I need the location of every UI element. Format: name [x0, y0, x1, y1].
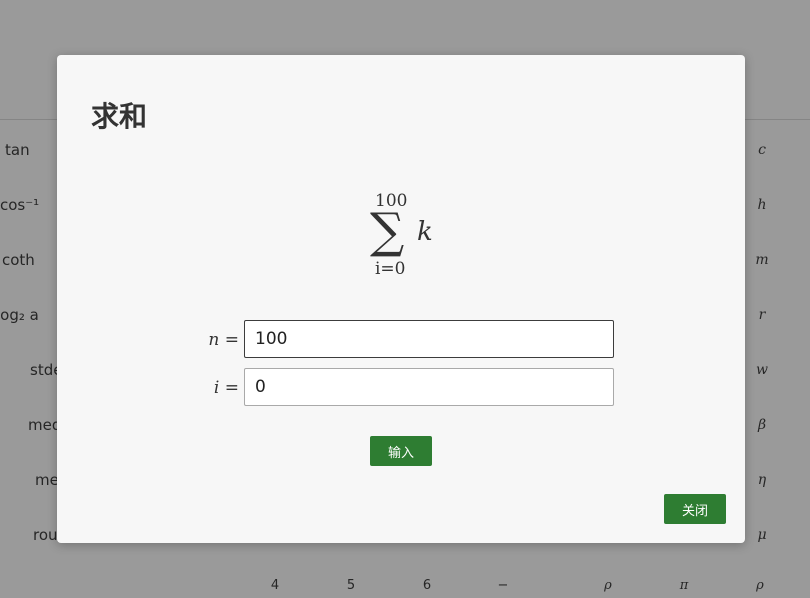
key-coth[interactable]: coth [0, 235, 60, 290]
key-arccos[interactable]: cos⁻¹ [0, 180, 60, 235]
key-stdev[interactable]: stde [0, 345, 60, 400]
i-input[interactable] [244, 368, 614, 406]
key-4[interactable]: 4 [260, 578, 290, 593]
key-w[interactable]: w [742, 345, 782, 400]
key-rho-2[interactable]: ρ [745, 578, 775, 593]
close-button[interactable]: 关闭 [664, 494, 726, 524]
key-median[interactable]: med [0, 400, 60, 455]
key-eta[interactable]: η [742, 455, 782, 510]
key-c[interactable]: c [742, 125, 782, 180]
key-log2[interactable]: log₂ a [0, 290, 60, 345]
background-right-keys: c h m r w β η μ [742, 125, 782, 565]
key-6[interactable]: 6 [412, 578, 442, 593]
key-r[interactable]: r [742, 290, 782, 345]
key-pi[interactable]: π [669, 578, 699, 593]
key-tan[interactable]: tan [0, 125, 60, 180]
field-label-i: i = [213, 378, 239, 398]
key-mean[interactable]: me [0, 455, 60, 510]
sigma-symbol: ∑ [370, 203, 405, 259]
key-rho[interactable]: ρ [593, 578, 623, 593]
submit-button[interactable]: 输入 [370, 436, 432, 466]
dialog-title: 求和 [91, 100, 148, 133]
background-left-keys: tan cos⁻¹ coth log₂ a stde med me rou [0, 125, 60, 565]
key-round[interactable]: rou [0, 510, 60, 565]
key-minus[interactable]: − [488, 578, 518, 593]
formula-term: k [417, 217, 433, 247]
summation-formula: 100 ∑ i=0 k [367, 191, 457, 283]
background-bottom-keys: 4 5 6 − ρ π ρ [0, 578, 810, 598]
formula-lower-limit: i=0 [375, 259, 406, 279]
key-mu[interactable]: μ [742, 510, 782, 565]
key-5[interactable]: 5 [336, 578, 366, 593]
key-h[interactable]: h [742, 180, 782, 235]
key-beta[interactable]: β [742, 400, 782, 455]
summation-dialog: 求和 100 ∑ i=0 k n = i = 输入 关闭 [57, 55, 745, 543]
field-label-n: n = [208, 330, 239, 350]
n-input[interactable] [244, 320, 614, 358]
key-m[interactable]: m [742, 235, 782, 290]
